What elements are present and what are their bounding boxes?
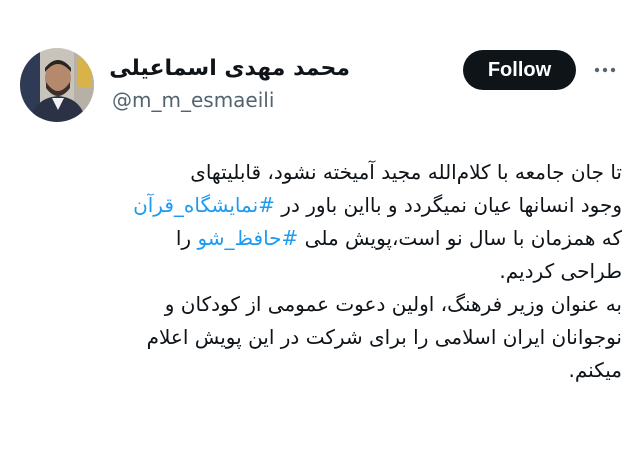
author-handle[interactable]: @m_m_esmaeili: [112, 86, 274, 114]
tweet-text-segment: وجود انسانها عیان نمیگردد و بااین باور د…: [274, 193, 622, 217]
tweet-line: به عنوان وزیر فرهنگ، اولین دعوت عمومی از…: [164, 292, 622, 316]
more-options-button[interactable]: [590, 56, 620, 84]
tweet-card: محمد مهدی اسماعیلی @m_m_esmaeili Follow …: [0, 0, 640, 457]
hashtag-link[interactable]: #نمایشگاه_قرآن: [133, 193, 275, 217]
tweet-line: طراحی کردیم.: [499, 259, 622, 283]
tweet-text-segment: که همزمان با سال نو است،پویش ملی: [298, 226, 622, 250]
follow-button[interactable]: Follow: [463, 50, 576, 90]
tweet-line: تا جان جامعه با کلام‌الله مجید آمیخته نش…: [190, 160, 622, 184]
profile-photo-icon: [20, 48, 94, 122]
hashtag-link[interactable]: #حافظ_شو: [197, 226, 298, 250]
tweet-line: وجود انسانها عیان نمیگردد و بااین باور د…: [18, 189, 622, 222]
tweet-line: میکنم.: [568, 358, 623, 382]
tweet-line: که همزمان با سال نو است،پویش ملی #حافظ_ش…: [18, 222, 622, 255]
tweet-text-segment: را: [175, 226, 198, 250]
author-display-name[interactable]: محمد مهدی اسماعیلی: [109, 52, 350, 86]
avatar[interactable]: [20, 48, 94, 122]
more-horizontal-icon: [594, 67, 616, 73]
tweet-line: نوجوانان ایران اسلامی را برای شرکت در ای…: [146, 325, 622, 349]
tweet-text: تا جان جامعه با کلام‌الله مجید آمیخته نش…: [18, 156, 622, 387]
